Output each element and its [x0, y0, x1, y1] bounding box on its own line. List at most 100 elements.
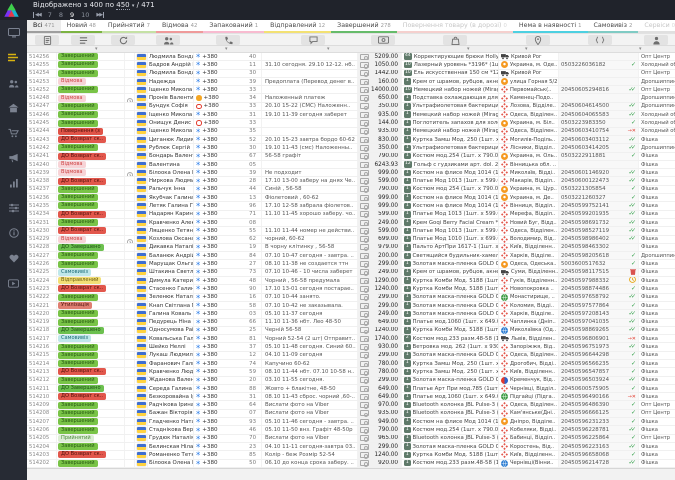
tracking-cell[interactable]: 20450596658068✓ [559, 451, 639, 458]
tracking-cell[interactable]: 20450596228781✓✓ [559, 426, 639, 433]
status-badge[interactable]: Відмова [58, 95, 86, 102]
table-row[interactable]: 514215ЗавершенийЛукаш Людмила*+3801204.1… [27, 352, 675, 360]
phone-cell[interactable]: *+38025 [194, 327, 262, 334]
status-badge[interactable]: Відмова [58, 236, 86, 243]
customer-name[interactable]: Шейко Неллі [148, 343, 194, 350]
table-row[interactable]: 514213ДО Возврат ск..Кравченко Людмила*+… [27, 368, 675, 376]
phone-cell[interactable]: *+38081 [194, 335, 262, 342]
tab-Самовивіз[interactable]: Самовивіз2 [588, 20, 639, 33]
page-button[interactable]: 8 [59, 11, 63, 20]
phone-cell[interactable]: *+38046 [194, 426, 262, 433]
status-badge[interactable]: Утилізація [58, 302, 92, 309]
filter-caret[interactable]: ▾ [467, 46, 470, 52]
customer-name[interactable]: Валентина [148, 161, 194, 168]
tracking-cell[interactable]: 20450596666125✓ [559, 410, 639, 417]
tracking-cell[interactable]: 20450600575905✓ [559, 385, 639, 392]
tracking-cell[interactable]: 20450596644298✓ [559, 352, 639, 359]
status-badge[interactable]: Завершений [58, 252, 98, 259]
table-row[interactable]: 514245ЗавершенийОнищук Денис Сергі..+380… [27, 119, 675, 127]
tracking-cell[interactable]: 20450598527119✓✓ [559, 227, 639, 234]
status-badge[interactable]: ДО Возврат ск.. [58, 451, 106, 458]
status-badge[interactable]: ДО Завершено [58, 385, 104, 392]
column-header-chat-icon[interactable] [301, 35, 325, 45]
customer-name[interactable]: Жданова Валентина [148, 377, 194, 384]
phone-cell[interactable]: *+38067 [194, 153, 262, 160]
phone-cell[interactable]: *+38019 [194, 244, 262, 251]
column-header-pin-icon[interactable] [526, 35, 550, 45]
table-row[interactable]: 514240ВідмоваВалентина*+380056243.9312Го… [27, 161, 675, 169]
phone-cell[interactable]: *+38070 [194, 435, 262, 442]
phone-cell[interactable]: *+38048 [194, 277, 262, 284]
phone-cell[interactable]: *+38031 [194, 393, 262, 400]
customer-name[interactable]: Радчікова Ірина Ми.. [148, 401, 194, 408]
table-row[interactable]: 514234ДО Возврат ск..Надарян Карина Гв..… [27, 211, 675, 219]
table-row[interactable]: 514210ДО Возврат ск..Безкоровайна Ірина*… [27, 393, 675, 401]
status-badge[interactable]: ДО Завершено [58, 244, 104, 251]
last-page-button[interactable]: ▶▶ [96, 12, 104, 18]
status-badge[interactable]: Завершений [58, 103, 98, 110]
tab-Прийнятий[interactable]: Прийнятий7 [102, 20, 156, 33]
status-badge[interactable]: ДО Возврат ск.. [58, 393, 106, 400]
phone-cell[interactable]: *+38030 [194, 70, 262, 77]
customer-name[interactable]: Кнап Світлана Миха.. [148, 302, 194, 309]
phone-cell[interactable]: *+38013 [194, 194, 262, 201]
tracking-cell[interactable]: 20450596547857✓ [559, 368, 639, 375]
customer-name[interactable]: Надежда [148, 78, 194, 85]
table-row[interactable]: 514236ЗавершенийЯкубчак Галина Ром..*+38… [27, 194, 675, 202]
phone-cell[interactable]: *+38084 [194, 252, 262, 259]
customer-name[interactable]: Бондарь Валентина.. [148, 153, 194, 160]
status-badge[interactable]: Відмова [58, 169, 86, 176]
tracking-cell[interactable]: 20450596225864✓ [559, 435, 639, 442]
tab-Сервіси[interactable]: Сервіси0 [638, 20, 675, 33]
phone-cell[interactable]: *+38033 [194, 86, 262, 93]
page-button[interactable]: 10 [81, 11, 89, 20]
phone-cell[interactable]: *+38066 [194, 319, 262, 326]
status-badge[interactable]: ДО Завершено [58, 327, 104, 334]
table-row[interactable]: 514231ЗавершенийКравченко Алексей*+38008… [27, 219, 675, 227]
phone-cell[interactable]: *+38027 [194, 260, 262, 267]
phone-cell[interactable]: +38033 [194, 119, 262, 126]
phone-cell[interactable]: *+38074 [194, 360, 262, 367]
tracking-cell[interactable]: 0503221260327✓ [559, 194, 639, 201]
tracking-cell[interactable]: 20450597577864✓ [559, 302, 639, 309]
customer-name[interactable]: Іщенко Микола [148, 86, 194, 93]
table-row[interactable]: 514224ВідправленийДимула Катерина*+38048… [27, 277, 675, 285]
phone-cell[interactable]: *+38093 [194, 418, 262, 425]
customer-name[interactable]: Бадров Андрій Вікт.. [148, 61, 194, 68]
app-logo-icon[interactable] [3, 2, 20, 22]
table-row[interactable]: 514230ДО Возврат ск..Лященко Тетяна Іва.… [27, 227, 675, 235]
customer-name[interactable]: Середа Галина Івані.. [148, 385, 194, 392]
tracking-cell[interactable]: 20450603410754→✕ [559, 128, 639, 135]
tab-Повернення товару (в дорозі)[interactable]: Повернення товару (в дорозі)0 [397, 20, 513, 33]
table-row[interactable]: 514256ЗавершенийЛюдмила Бондарен..*+3804… [27, 53, 675, 61]
customer-name[interactable]: Ниркова Людмила [148, 177, 194, 184]
phone-cell[interactable]: *+38012 [194, 352, 262, 359]
table-row[interactable]: 514223ДО Возврат ск..Стасенко Галина Ви.… [27, 285, 675, 293]
column-header-phone-icon[interactable] [216, 35, 240, 45]
status-badge[interactable]: Відмова [58, 78, 86, 85]
customer-name[interactable]: Ковальська Галина [148, 335, 194, 342]
sidebar-item-products[interactable] [0, 120, 27, 145]
tracking-cell[interactable]: 20450603414205✓✓ [559, 144, 639, 151]
customer-name[interactable]: Грудюк Наталія Мик.. [148, 435, 194, 442]
phone-cell[interactable]: *+38096 [194, 202, 262, 209]
table-row[interactable]: 514242ЗавершенийРублюк Сергій*+3803019.1… [27, 144, 675, 152]
phone-cell[interactable]: *+38058 [194, 302, 262, 309]
customer-name[interactable]: Зеленюк Наталія Па.. [148, 294, 194, 301]
table-row[interactable]: 514207ЗавершенийГладченко Наталья ..*+38… [27, 418, 675, 426]
tracking-cell[interactable]: 20450596751973✓✓ [559, 343, 639, 350]
phone-cell[interactable]: *+38044 [194, 186, 262, 193]
table-row[interactable]: 514229ВідмоваКозлова Оксана*+38062чорний… [27, 236, 675, 244]
status-badge[interactable]: Завершений [58, 443, 98, 450]
tracking-cell[interactable]: 20450598691732✓✓ [559, 219, 639, 226]
customer-name[interactable]: Педурець Ніна [148, 319, 194, 326]
status-badge[interactable]: Завершений [58, 402, 98, 409]
table-row[interactable]: 514221УтилізаціяКнап Світлана Миха..*+38… [27, 302, 675, 310]
table-row[interactable]: 514235ЗавершенийЛетяк Галина Григо..*+38… [27, 202, 675, 210]
customer-name[interactable]: Білоока Олена Петр.. [148, 460, 194, 467]
customer-name[interactable]: Безкоровайна Ірина [148, 393, 194, 400]
tracking-cell[interactable] [559, 94, 639, 101]
table-row[interactable]: 514208ЗавершенийБажан Вікторія*+38007Вис… [27, 410, 675, 418]
tracking-cell[interactable]: 20450596490166→✕ [559, 393, 639, 400]
phone-cell[interactable]: *+38073 [194, 269, 262, 276]
